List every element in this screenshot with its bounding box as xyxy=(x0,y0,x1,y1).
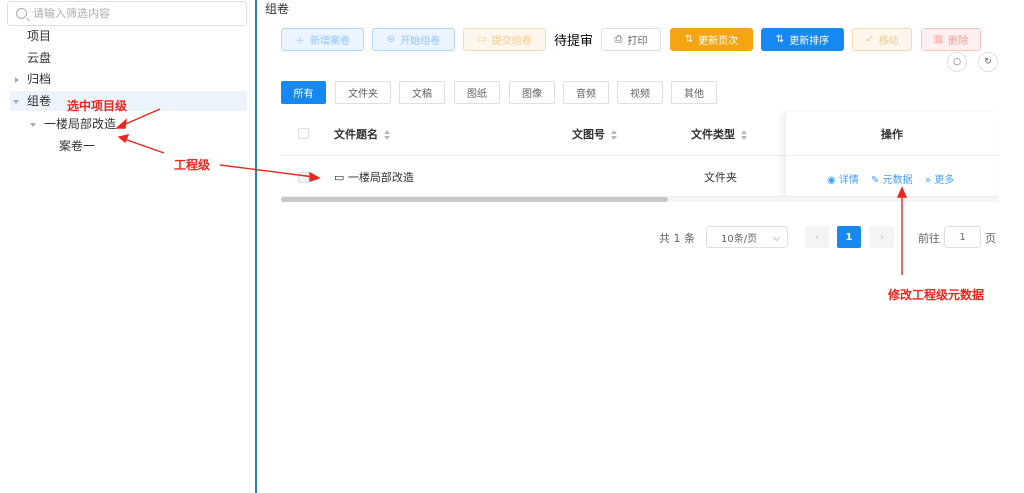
arrow-to-row xyxy=(219,164,315,178)
annotation-select-project: 选中项目级 xyxy=(67,99,128,113)
annotation-arrows xyxy=(115,108,908,275)
arrowhead xyxy=(117,134,130,144)
arrowhead xyxy=(115,118,127,129)
app-root: 项目 云盘 归档 组卷 一楼局部改造 案卷一 组卷 ＋新增案卷 ⊜开始组卷 ▭提… xyxy=(0,0,1024,493)
annotation-engineering: 工程级 xyxy=(174,158,211,172)
annotation-modify-meta: 修改工程级元数据 xyxy=(888,288,985,302)
arrowhead xyxy=(896,186,908,198)
arrow-to-tree xyxy=(123,138,165,154)
arrowhead xyxy=(309,171,321,182)
